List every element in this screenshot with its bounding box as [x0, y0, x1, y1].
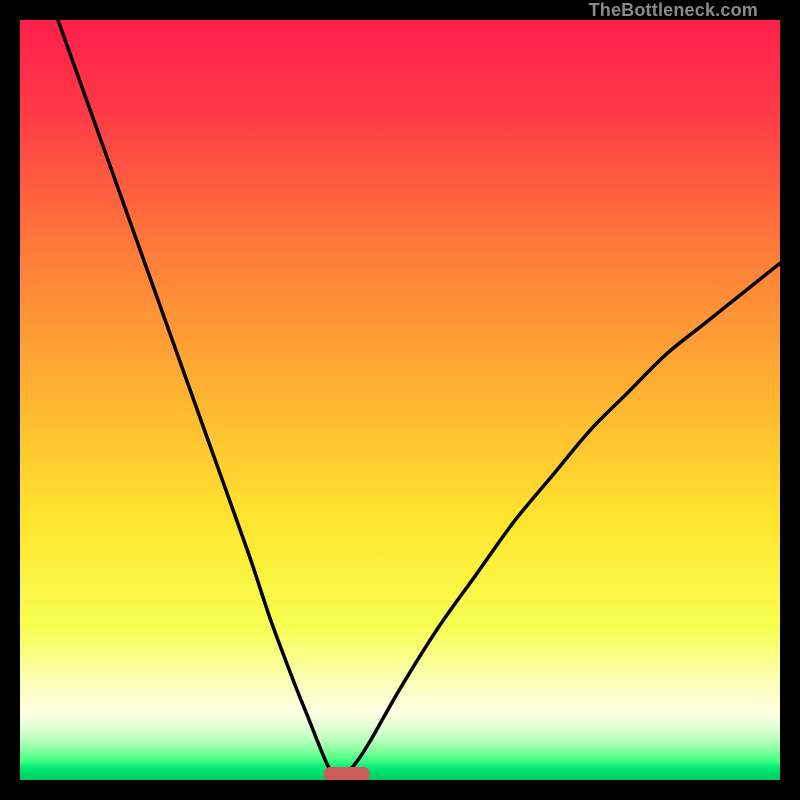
optimum-marker — [324, 767, 370, 780]
chart-frame: TheBottleneck.com — [20, 0, 780, 780]
gradient-background — [20, 20, 780, 780]
plot-area — [20, 20, 780, 780]
watermark-text: TheBottleneck.com — [589, 0, 758, 20]
chart-svg — [20, 20, 780, 780]
